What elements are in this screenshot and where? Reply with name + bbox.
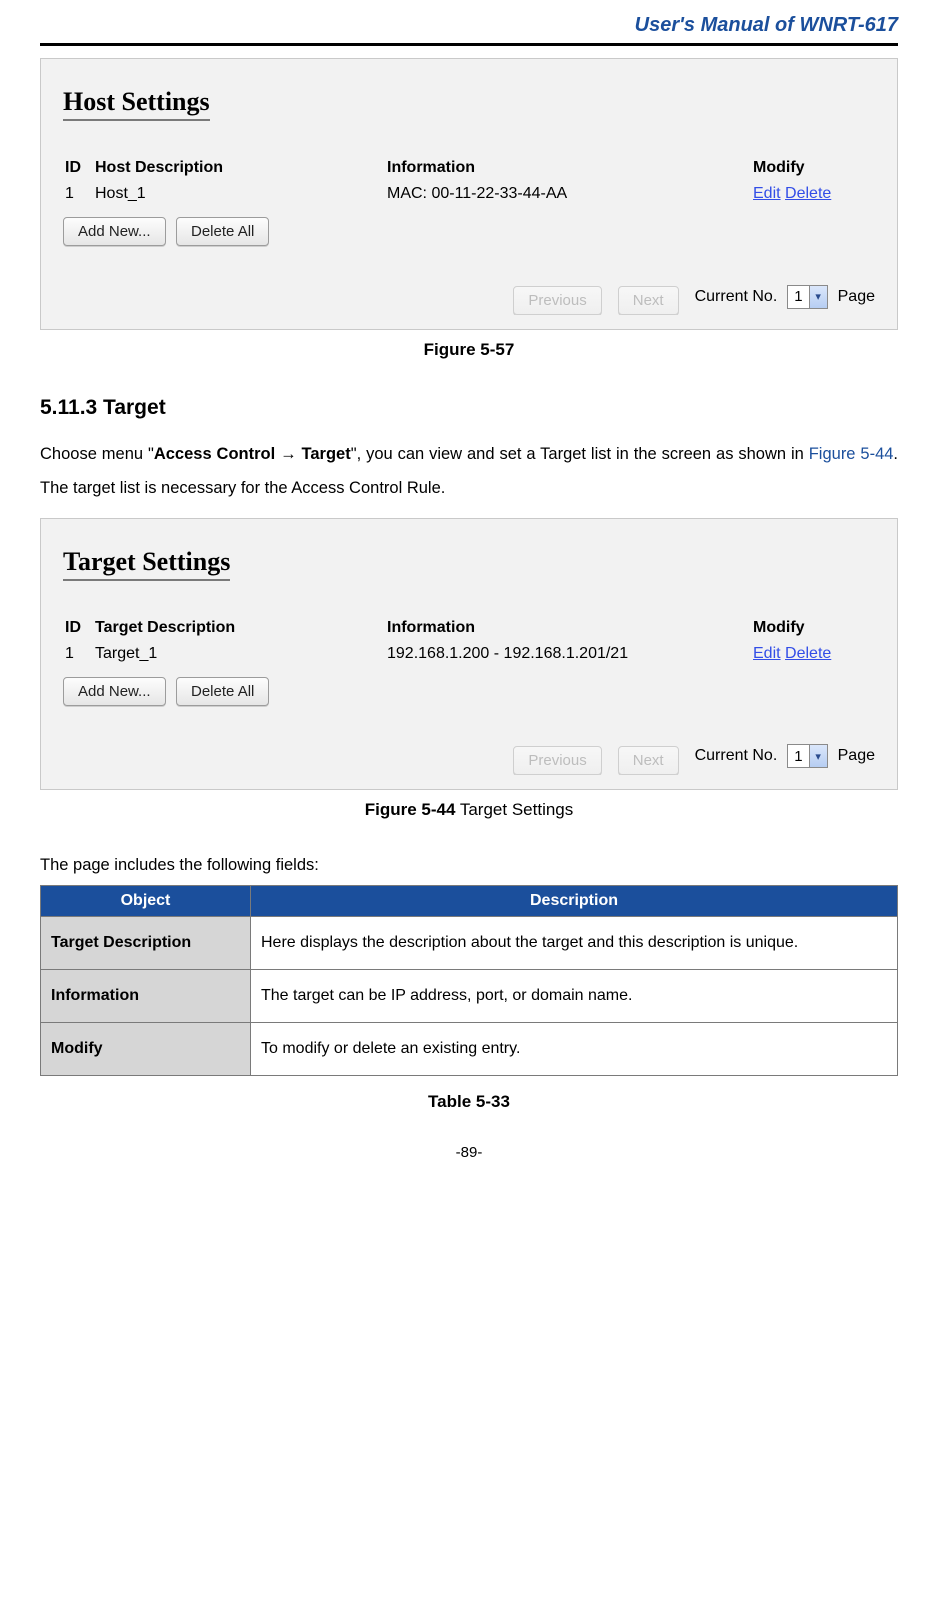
- fields-table: Object Description Target Description He…: [40, 885, 898, 1076]
- pager-label: Current No.: [695, 747, 778, 765]
- pager: Previous Next Current No. 1 ▾ Page: [63, 278, 875, 315]
- delete-link[interactable]: Delete: [785, 645, 831, 662]
- pager-suffix: Page: [838, 288, 875, 306]
- table-caption: Table 5-33: [40, 1092, 898, 1112]
- cell-desc: Target_1: [95, 641, 385, 667]
- col-desc: Target Description: [95, 617, 385, 639]
- fields-description: To modify or delete an existing entry.: [251, 1022, 898, 1075]
- figure-caption: Figure 5-44 Target Settings: [40, 800, 898, 820]
- delete-all-button[interactable]: Delete All: [176, 677, 269, 706]
- fields-description: The target can be IP address, port, or d…: [251, 969, 898, 1022]
- edit-link[interactable]: Edit: [753, 185, 781, 202]
- col-info: Information: [387, 617, 751, 639]
- doc-header: User's Manual of WNRT-617: [40, 10, 898, 43]
- table-row: 1 Target_1 192.168.1.200 - 192.168.1.201…: [65, 641, 873, 667]
- fields-object: Target Description: [41, 916, 251, 969]
- chevron-down-icon: ▾: [809, 745, 827, 767]
- page-select[interactable]: 1 ▾: [787, 285, 827, 309]
- col-desc: Host Description: [95, 157, 385, 179]
- page-number: -89-: [40, 1144, 898, 1161]
- cell-id: 1: [65, 181, 93, 207]
- table-header-row: ID Target Description Information Modify: [65, 617, 873, 639]
- previous-button[interactable]: Previous: [513, 746, 601, 775]
- fields-object: Modify: [41, 1022, 251, 1075]
- host-settings-panel: Host Settings ID Host Description Inform…: [40, 58, 898, 330]
- page-select[interactable]: 1 ▾: [787, 744, 827, 768]
- cell-info: 192.168.1.200 - 192.168.1.201/21: [387, 641, 751, 667]
- chevron-down-icon: ▾: [809, 286, 827, 308]
- cell-desc: Host_1: [95, 181, 385, 207]
- edit-link[interactable]: Edit: [753, 645, 781, 662]
- pager-label: Current No.: [695, 288, 778, 306]
- caption-bold: Figure 5-44: [365, 800, 456, 819]
- cell-id: 1: [65, 641, 93, 667]
- panel-title: Host Settings: [63, 87, 210, 121]
- p-bold: Access Control → Target: [154, 445, 351, 463]
- col-modify: Modify: [753, 617, 873, 639]
- col-modify: Modify: [753, 157, 873, 179]
- delete-link[interactable]: Delete: [785, 185, 831, 202]
- page-select-value: 1: [788, 748, 808, 765]
- add-new-button[interactable]: Add New...: [63, 217, 166, 246]
- section-heading: 5.11.3 Target: [40, 396, 898, 420]
- fields-head-object: Object: [41, 885, 251, 916]
- section-paragraph: Choose menu "Access Control → Target", y…: [40, 437, 898, 506]
- delete-all-button[interactable]: Delete All: [176, 217, 269, 246]
- col-id: ID: [65, 157, 93, 179]
- fields-intro: The page includes the following fields:: [40, 856, 898, 875]
- fields-row: Information The target can be IP address…: [41, 969, 898, 1022]
- figure-ref: Figure 5-44: [809, 445, 894, 463]
- cell-modify: Edit Delete: [753, 181, 873, 207]
- button-row: Add New... Delete All: [63, 669, 875, 706]
- fields-head-description: Description: [251, 885, 898, 916]
- next-button[interactable]: Next: [618, 286, 679, 315]
- panel-title: Target Settings: [63, 547, 230, 581]
- cell-modify: Edit Delete: [753, 641, 873, 667]
- target-table: ID Target Description Information Modify…: [63, 615, 875, 669]
- button-row: Add New... Delete All: [63, 209, 875, 246]
- previous-button[interactable]: Previous: [513, 286, 601, 315]
- pager-suffix: Page: [838, 747, 875, 765]
- p-text: ", you can view and set a Target list in…: [351, 445, 809, 463]
- target-settings-panel: Target Settings ID Target Description In…: [40, 518, 898, 790]
- col-info: Information: [387, 157, 751, 179]
- next-button[interactable]: Next: [618, 746, 679, 775]
- page-select-value: 1: [788, 288, 808, 305]
- p-text: Choose menu ": [40, 445, 154, 463]
- add-new-button[interactable]: Add New...: [63, 677, 166, 706]
- fields-row: Target Description Here displays the des…: [41, 916, 898, 969]
- pager: Previous Next Current No. 1 ▾ Page: [63, 738, 875, 775]
- figure-caption: Figure 5-57: [40, 340, 898, 360]
- fields-description: Here displays the description about the …: [251, 916, 898, 969]
- header-rule: [40, 43, 898, 46]
- caption-text: Target Settings: [455, 800, 573, 819]
- fields-header-row: Object Description: [41, 885, 898, 916]
- cell-info: MAC: 00-11-22-33-44-AA: [387, 181, 751, 207]
- fields-object: Information: [41, 969, 251, 1022]
- table-header-row: ID Host Description Information Modify: [65, 157, 873, 179]
- host-table: ID Host Description Information Modify 1…: [63, 155, 875, 209]
- col-id: ID: [65, 617, 93, 639]
- fields-row: Modify To modify or delete an existing e…: [41, 1022, 898, 1075]
- table-row: 1 Host_1 MAC: 00-11-22-33-44-AA Edit Del…: [65, 181, 873, 207]
